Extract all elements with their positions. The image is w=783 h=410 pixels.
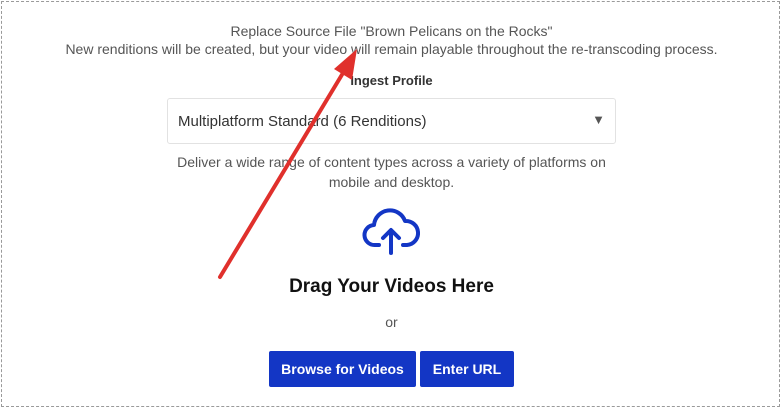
ingest-profile-selected-value: Multiplatform Standard (6 Renditions) (178, 113, 427, 130)
dropdown-arrow-icon: ▼ (592, 112, 605, 127)
ingest-profile-label: Ingest Profile (350, 73, 433, 88)
ingest-profile-select[interactable]: Multiplatform Standard (6 Renditions) ▼ (167, 98, 616, 144)
replace-subtitle: New renditions will be created, but your… (65, 41, 718, 57)
ingest-profile-description: Deliver a wide range of content types ac… (177, 154, 606, 190)
enter-url-button[interactable]: Enter URL (420, 351, 514, 387)
or-separator: or (385, 314, 398, 330)
browse-videos-button[interactable]: Browse for Videos (269, 351, 416, 387)
cloud-upload-icon (362, 208, 420, 255)
drag-videos-heading: Drag Your Videos Here (289, 276, 494, 297)
replace-title: Replace Source File "Brown Pelicans on t… (230, 23, 553, 39)
upload-dropzone[interactable] (1, 1, 780, 407)
